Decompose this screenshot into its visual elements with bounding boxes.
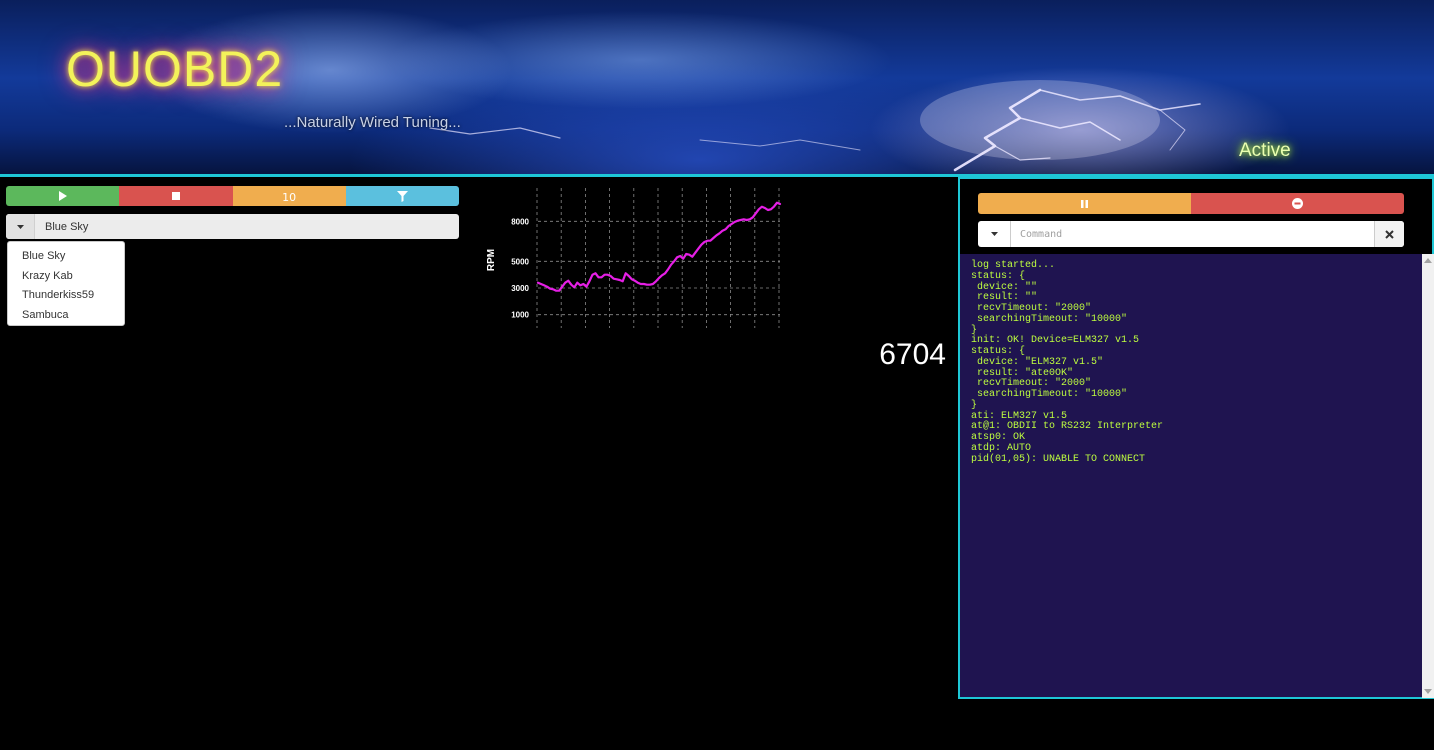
- pause-icon: [1081, 199, 1088, 208]
- play-icon: [59, 191, 68, 201]
- play-button[interactable]: [6, 186, 120, 206]
- filter-button[interactable]: [345, 186, 459, 206]
- console-scrollbar[interactable]: [1422, 254, 1434, 698]
- header-banner: OUOBD2 ...Naturally Wired Tuning... Acti…: [0, 0, 1434, 174]
- console-log-output: log started... status: { device: "" resu…: [960, 254, 1422, 697]
- filter-icon: [396, 190, 408, 202]
- interval-button[interactable]: 10: [232, 186, 346, 206]
- theme-option-thunderkiss59[interactable]: Thunderkiss59: [8, 286, 124, 306]
- command-input[interactable]: [1011, 221, 1374, 247]
- theme-select[interactable]: Blue Sky: [6, 214, 459, 239]
- chart-y-tick-label: 1000: [511, 311, 529, 320]
- theme-selected-value: Blue Sky: [45, 220, 89, 233]
- theme-dropdown-toggle[interactable]: [6, 214, 35, 239]
- brand-logo-title: OUOBD2: [66, 41, 284, 97]
- caret-down-icon: [16, 224, 24, 229]
- stop-button[interactable]: [119, 186, 233, 206]
- chart-y-tick-label: 5000: [511, 257, 529, 266]
- theme-option-sambuca[interactable]: Sambuca: [8, 306, 124, 326]
- minus-circle-icon: [1292, 198, 1303, 209]
- caret-down-icon: [990, 232, 998, 236]
- scroll-down-arrow-icon[interactable]: [1424, 689, 1432, 694]
- rpm-current-value: 6704: [879, 338, 946, 371]
- tagline: ...Naturally Wired Tuning...: [284, 114, 461, 131]
- scroll-up-arrow-icon[interactable]: [1424, 258, 1432, 263]
- rpm-series-line: [536, 201, 782, 292]
- chart-y-axis-label: RPM: [486, 249, 497, 271]
- chart-y-tick-label: 3000: [511, 284, 529, 293]
- chart-y-tick-label: 8000: [511, 217, 529, 226]
- rpm-line-chart: 1000 3000 5000 8000 RPM: [486, 188, 782, 328]
- pause-button[interactable]: [978, 193, 1191, 214]
- command-input-group: [978, 221, 1404, 247]
- chart-y-tick-labels: 1000 3000 5000 8000: [511, 217, 529, 319]
- clear-log-button[interactable]: [1191, 193, 1404, 214]
- close-icon: [1385, 229, 1394, 239]
- control-toolbar: 10: [6, 186, 459, 206]
- theme-option-krazy-kab[interactable]: Krazy Kab: [8, 267, 124, 287]
- chart-grid: [536, 188, 780, 328]
- command-history-toggle[interactable]: [978, 221, 1011, 247]
- connection-status-label: Active: [1239, 140, 1291, 161]
- stop-icon: [171, 192, 180, 200]
- console-toolbar: [978, 193, 1404, 214]
- clear-command-button[interactable]: [1374, 221, 1404, 247]
- theme-option-blue-sky[interactable]: Blue Sky: [8, 247, 124, 267]
- theme-dropdown-menu: Blue Sky Krazy Kab Thunderkiss59 Sambuca: [7, 241, 125, 326]
